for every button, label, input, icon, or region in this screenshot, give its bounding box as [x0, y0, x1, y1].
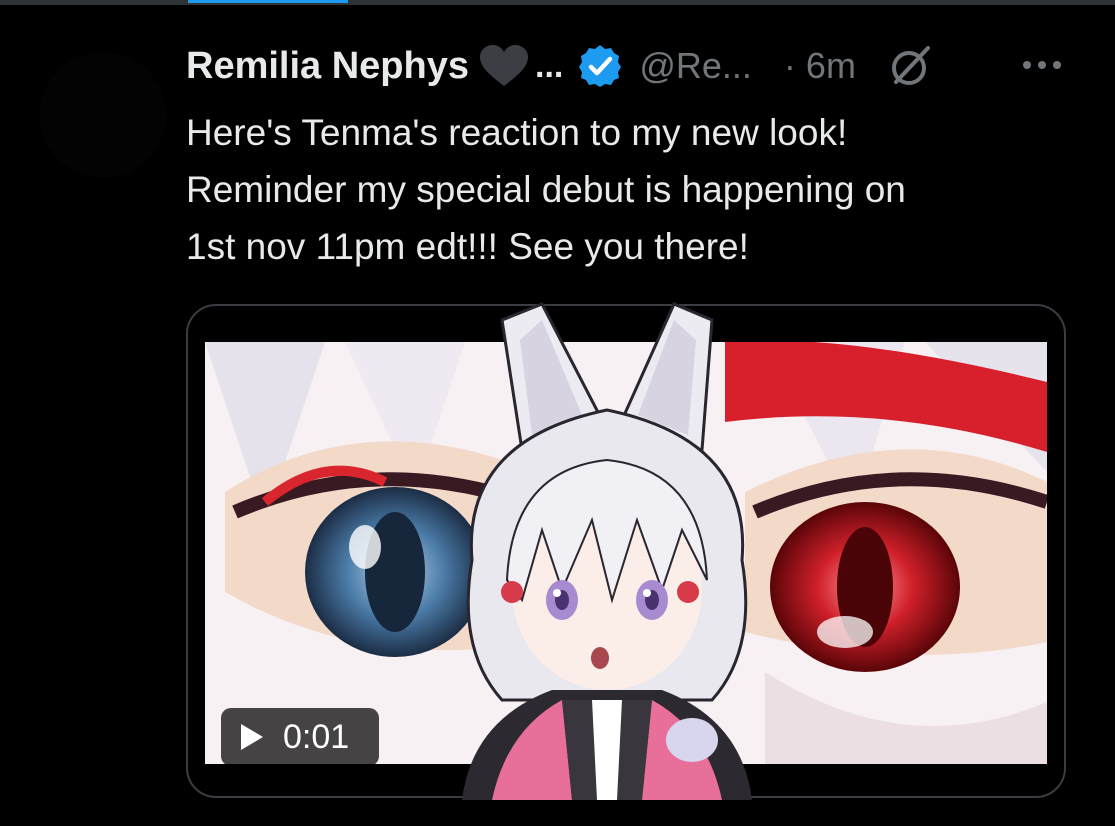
tweet-text-line: Here's Tenma's reaction to my new look! [186, 112, 848, 153]
black-heart-icon [479, 44, 529, 88]
author-handle[interactable]: @Re... [639, 45, 752, 87]
name-truncation: ... [535, 46, 564, 85]
tweet-text-line: 1st nov 11pm edt!!! See you there! [186, 226, 749, 267]
vtuber-character [462, 302, 752, 800]
separator-dot: · [783, 45, 796, 86]
tweet-text: Here's Tenma's reaction to my new look! … [186, 104, 1066, 275]
video-duration: 0:01 [283, 717, 350, 756]
grok-icon[interactable] [888, 44, 932, 88]
more-options-icon[interactable] [1018, 50, 1066, 80]
verified-badge-icon[interactable] [577, 43, 623, 89]
tab-indicator [188, 0, 348, 3]
author-name[interactable]: Remilia Nephys [186, 45, 469, 88]
timestamp[interactable]: 6m [806, 45, 856, 87]
timeline-divider [0, 0, 1115, 5]
tweet-header: Remilia Nephys ... @Re... · 6m [186, 38, 1086, 94]
video-duration-badge[interactable]: 0:01 [221, 708, 379, 766]
play-icon[interactable] [239, 722, 265, 752]
avatar[interactable] [40, 52, 166, 178]
tweet-text-line: Reminder my special debut is happening o… [186, 169, 906, 210]
